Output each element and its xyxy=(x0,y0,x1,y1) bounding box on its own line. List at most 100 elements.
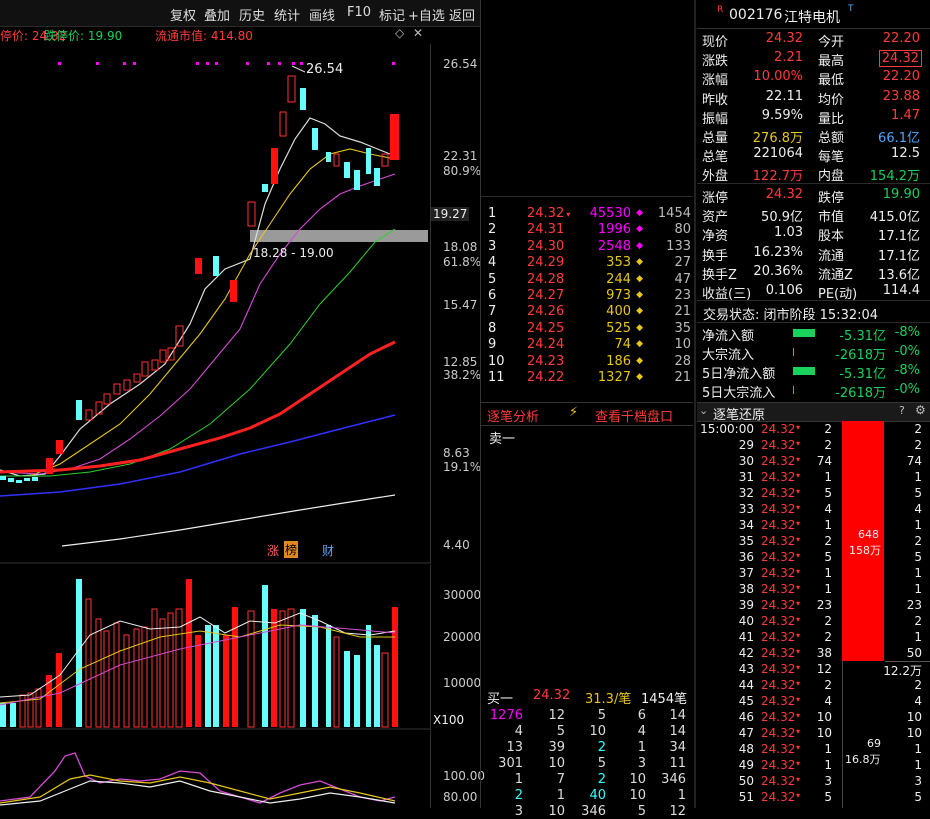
quote-value: 16.23% xyxy=(753,244,803,260)
tick-row[interactable]: 33 24.32 ▾ 4 4 xyxy=(697,502,922,518)
level-volume: 45530 xyxy=(589,206,631,221)
level-count: 21 xyxy=(674,304,691,320)
quote-value: 114.4 xyxy=(882,283,920,298)
tick-side-volume: 4 xyxy=(914,502,922,516)
tick-row[interactable]: 47 24.32 ▾ 10 10 xyxy=(697,726,922,742)
stock-header: R 002176 江特电机 T xyxy=(697,0,930,29)
flow-row: 5日净流入额 -5.31亿 -8% xyxy=(697,362,930,382)
flow-bar xyxy=(793,329,815,337)
level-count: 80 xyxy=(674,222,691,238)
tick-row[interactable]: 46 24.32 ▾ 10 10 xyxy=(697,710,922,726)
tick-row[interactable]: 31 24.32 ▾ 1 1 xyxy=(697,470,922,486)
diamond-icon[interactable]: ◇ xyxy=(395,26,404,40)
order-book-row[interactable]: 7 24.26 400 ◆ 21 xyxy=(481,304,693,320)
tick-row[interactable]: 36 24.32 ▾ 5 5 xyxy=(697,550,922,566)
flow-label: 5日大宗流入 xyxy=(702,386,776,401)
tick-row[interactable]: 43 24.32 ▾ 12 12.2万 xyxy=(697,662,922,678)
toolbar-mark-button[interactable]: 标记 xyxy=(379,5,405,24)
order-book-row[interactable]: 5 24.28 244 ◆ 47 xyxy=(481,272,693,288)
level-price: 24.31 xyxy=(527,222,565,238)
diamond-marker-icon: ◆ xyxy=(636,257,643,268)
quote-label: 涨停 xyxy=(702,191,729,206)
price-tick: 12.85 xyxy=(443,355,478,369)
tick-row[interactable]: 41 24.32 ▾ 2 1 xyxy=(697,630,922,646)
quote-label: 总额 xyxy=(818,131,845,146)
order-book-row[interactable]: 3 24.30 2548 ◆ 133 xyxy=(481,239,693,255)
candle xyxy=(16,480,22,483)
thousand-depth-link[interactable]: 查看千档盘口 xyxy=(595,406,673,425)
order-book-row[interactable]: 8 24.25 525 ◆ 35 xyxy=(481,321,693,337)
tick-row[interactable]: 29 24.32 ▾ 2 2 xyxy=(697,438,922,454)
tick-side-volume: 1 xyxy=(914,742,922,756)
collapse-icon[interactable]: ⌄ xyxy=(699,404,708,417)
indicator-axis: 100.00 80.00 xyxy=(430,731,485,808)
tick-row[interactable]: 49 24.32 ▾ 1 1 xyxy=(697,758,922,774)
order-book-row[interactable]: 4 24.29 353 ◆ 27 xyxy=(481,255,693,271)
tick-analysis-tab[interactable]: 逐笔分析 xyxy=(487,406,539,425)
buy-queue-cell: 14 xyxy=(669,724,686,739)
toolbar-back-button[interactable]: 返回 xyxy=(449,5,475,24)
tick-row[interactable]: 39 24.32 ▾ 23 23 xyxy=(697,598,922,614)
order-book-row[interactable]: 2 24.31 1996 ◆ 80 xyxy=(481,222,693,238)
quote-row: 涨幅 10.00% 最低 22.20 xyxy=(697,68,930,88)
tick-time: 45 xyxy=(738,694,754,708)
tick-row[interactable]: 34 24.32 ▾ 1 1 xyxy=(697,518,922,534)
tick-row[interactable]: 37 24.32 ▾ 1 1 xyxy=(697,566,922,582)
candlestick-chart[interactable] xyxy=(0,44,430,564)
toolbar-draw-button[interactable]: 画线 xyxy=(309,5,335,24)
tag-cai[interactable]: 财 xyxy=(322,542,334,559)
toolbar-history-button[interactable]: 历史 xyxy=(239,5,265,24)
order-book-row[interactable]: 11 24.22 1327 ◆ 21 xyxy=(481,370,693,386)
toolbar-stats-button[interactable]: 统计 xyxy=(274,5,300,24)
level-volume: 400 xyxy=(606,304,631,320)
settings-icon[interactable]: ⚙ xyxy=(915,403,926,417)
tick-row[interactable]: 40 24.32 ▾ 2 2 xyxy=(697,614,922,630)
candle xyxy=(0,476,6,480)
tick-row[interactable]: 50 24.32 ▾ 3 3 xyxy=(697,774,922,790)
level-price: 24.29 xyxy=(527,255,565,271)
tick-row[interactable]: 35 24.32 ▾ 2 2 xyxy=(697,534,922,550)
tick-volume: 2 xyxy=(824,678,832,692)
tick-price: 24.32 xyxy=(761,566,796,580)
tick-row[interactable]: 38 24.32 ▾ 1 1 xyxy=(697,582,922,598)
order-book-row[interactable]: 6 24.27 973 ◆ 23 xyxy=(481,288,693,304)
tick-time: 37 xyxy=(738,566,754,580)
tick-row[interactable]: 30 24.32 ▾ 74 74 xyxy=(697,454,922,470)
tick-row[interactable]: 42 24.32 ▾ 38 50 xyxy=(697,646,922,662)
level-number: 5 xyxy=(488,271,497,287)
tag-zhang[interactable]: 涨 xyxy=(267,542,279,559)
tick-side-volume: 10 xyxy=(906,726,922,740)
volume-chart[interactable] xyxy=(0,565,430,730)
tick-row[interactable]: 15:00:00 24.32 ▾ 2 2 xyxy=(697,422,922,438)
toolbar-add-watchlist-button[interactable]: +自选 xyxy=(408,5,445,24)
tick-row[interactable]: 44 24.32 ▾ 2 2 xyxy=(697,678,922,694)
tick-list[interactable]: 15:00:00 24.32 ▾ 2 2 29 24.32 ▾ 2 2 30 24.32 ▾ 74 74 31… xyxy=(697,422,930,808)
buy-queue-cell: 301 xyxy=(498,756,523,771)
tick-time: 33 xyxy=(738,502,754,516)
indicator-chart[interactable] xyxy=(0,731,430,808)
close-icon[interactable]: ✕ xyxy=(413,26,423,40)
toolbar-fuquan-button[interactable]: 复权 xyxy=(170,5,196,24)
quote-label: 流通 xyxy=(818,248,845,264)
tick-price: 24.32 xyxy=(761,630,796,644)
price-tick: 19.1% xyxy=(443,460,482,474)
tag-bang[interactable]: 榜 xyxy=(284,541,299,558)
order-book-row[interactable]: 1 24.32 ▾ 45530 ◆ 1454 xyxy=(481,206,693,222)
help-icon[interactable]: ? xyxy=(899,404,905,417)
tick-row[interactable]: 48 24.32 ▾ 1 1 xyxy=(697,742,922,758)
level-volume: 1996 xyxy=(597,222,631,238)
flow-pct: -0% xyxy=(894,344,920,359)
candle xyxy=(46,458,53,474)
tick-price: 24.32 xyxy=(761,438,796,452)
tick-volume: 23 xyxy=(816,598,832,612)
order-book-row[interactable]: 10 24.23 186 ◆ 28 xyxy=(481,354,693,370)
r-badge-icon: R xyxy=(717,5,724,15)
tick-row[interactable]: 32 24.32 ▾ 5 5 xyxy=(697,486,922,502)
tick-price: 24.32 xyxy=(761,486,796,500)
tick-row[interactable]: 45 24.32 ▾ 4 4 xyxy=(697,694,922,710)
toolbar-overlay-button[interactable]: 叠加 xyxy=(204,5,230,24)
order-book-row[interactable]: 9 24.24 74 ◆ 10 xyxy=(481,337,693,353)
tick-row[interactable]: 51 24.32 ▾ 5 5 xyxy=(697,790,922,806)
toolbar-f10-button[interactable]: F10 xyxy=(347,5,371,20)
candle xyxy=(312,128,318,150)
